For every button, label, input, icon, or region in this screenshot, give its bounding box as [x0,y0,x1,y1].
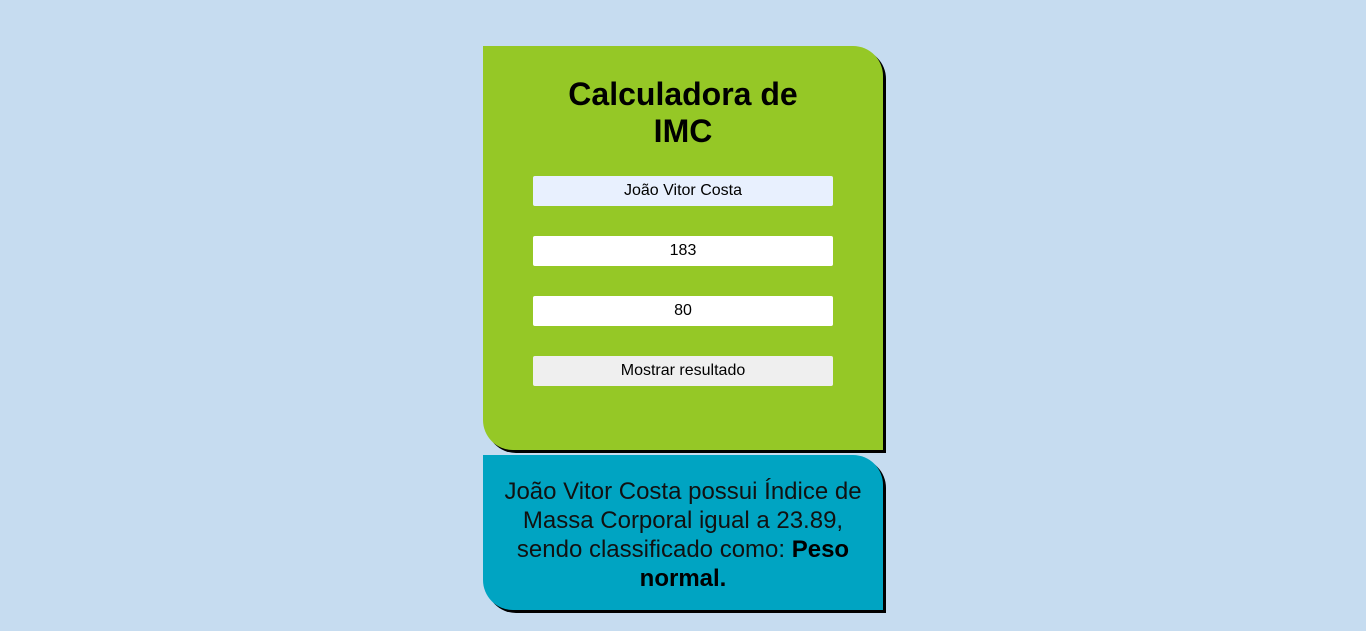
page-title: Calculadora de IMC [483,76,883,150]
imc-form-card: Calculadora de IMC Mostrar resultado [483,46,883,450]
show-result-button[interactable]: Mostrar resultado [533,356,833,386]
name-input[interactable] [533,176,833,206]
title-line-1: Calculadora de [568,76,798,112]
height-input[interactable] [533,236,833,266]
result-card: João Vitor Costa possui Índice de Massa … [483,455,883,610]
result-name: João Vitor Costa [504,478,682,505]
title-line-2: IMC [653,113,713,149]
weight-input[interactable] [533,296,833,326]
result-imc-value: 23.89 [776,507,837,534]
